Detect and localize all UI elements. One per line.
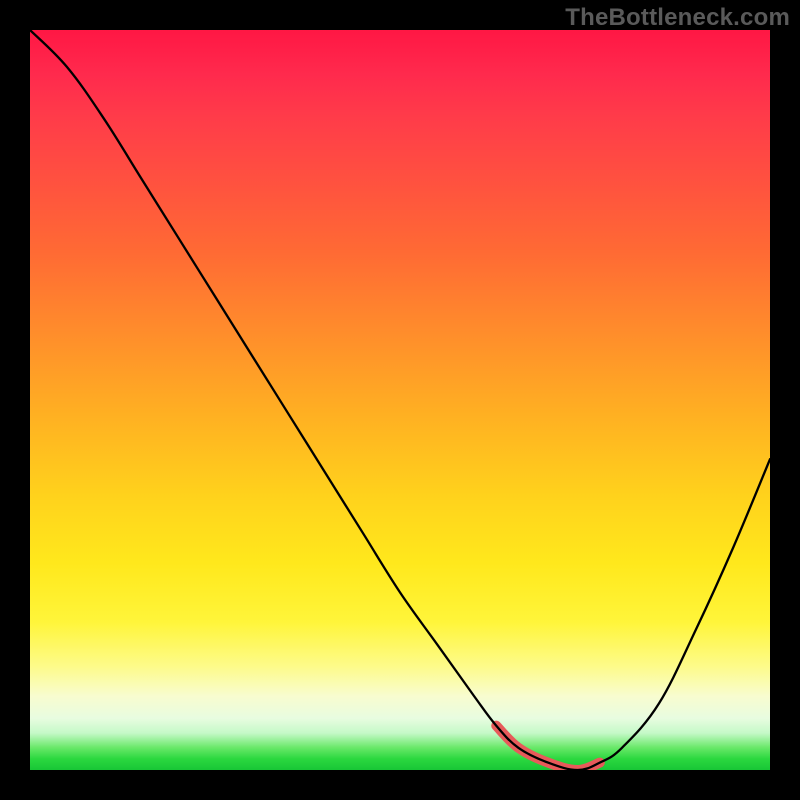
plot-area (30, 30, 770, 770)
watermark-text: TheBottleneck.com (565, 4, 790, 32)
chart-frame: TheBottleneck.com (0, 0, 800, 800)
bottleneck-curve (30, 30, 770, 770)
chart-svg (30, 30, 770, 770)
